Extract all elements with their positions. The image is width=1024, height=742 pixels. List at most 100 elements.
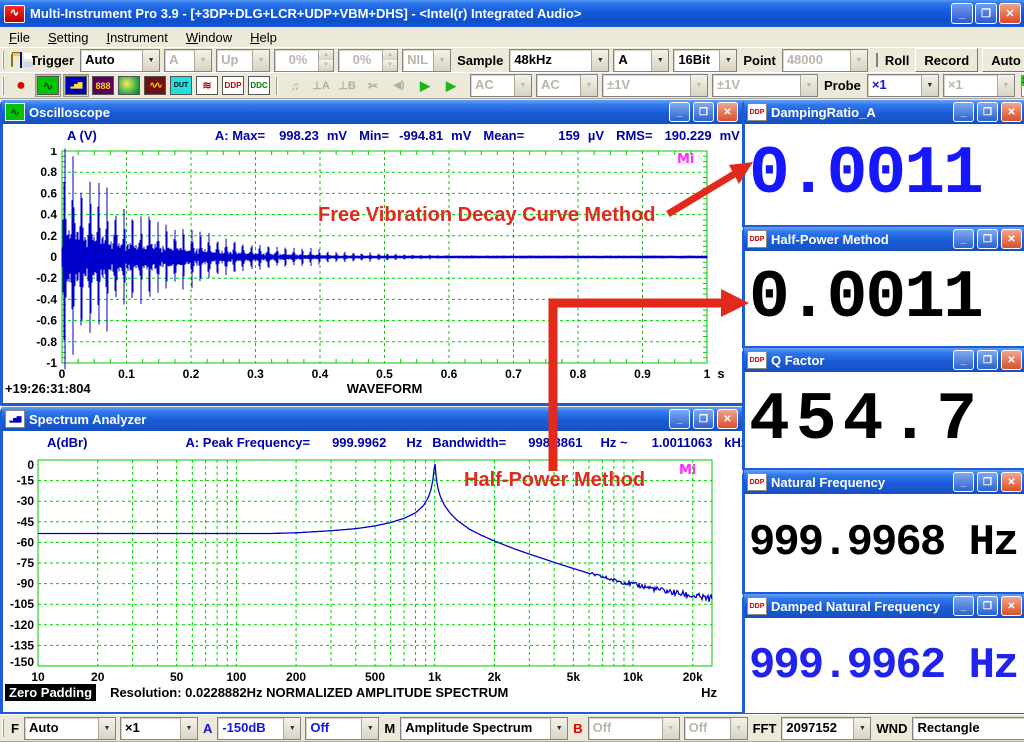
svg-text:-15: -15 xyxy=(17,474,35,488)
oscilloscope-titlebar[interactable]: ∿ Oscilloscope _ ❐ ✕ xyxy=(2,100,744,124)
svg-text:-90: -90 xyxy=(17,577,35,591)
play-icon[interactable]: ▶ xyxy=(413,75,437,96)
roll-label: Roll xyxy=(881,53,914,68)
oscilloscope-plot: 00.10.20.30.40.50.60.70.80.9110.80.60.40… xyxy=(3,148,737,399)
display-mode-combo[interactable]: Amplitude Spectrum▼ xyxy=(400,717,568,740)
bottom-grip[interactable] xyxy=(2,719,4,737)
damped-natural-frequency-title: Damped Natural Frequency xyxy=(771,599,940,614)
svg-text:s: s xyxy=(717,366,724,381)
freq-axis-combo[interactable]: Auto▼ xyxy=(24,717,116,740)
panel-minimize-button[interactable]: _ xyxy=(953,229,974,249)
panel-maximize-button[interactable]: ❐ xyxy=(977,596,998,616)
open-file-icon[interactable] xyxy=(11,54,13,67)
sampling-rate-combo[interactable]: 48kHz▼ xyxy=(509,49,609,72)
menu-window[interactable]: Window xyxy=(177,29,241,46)
panel-maximize-button[interactable]: ❐ xyxy=(977,472,998,492)
ddp-icon-5: DDP xyxy=(747,597,767,615)
mi-logo-2: Mi xyxy=(679,463,696,478)
auto-button[interactable]: Auto xyxy=(982,48,1024,72)
panel-close-button[interactable]: ✕ xyxy=(1001,472,1022,492)
panel-maximize-button[interactable]: ❐ xyxy=(977,350,998,370)
multimeter-icon[interactable]: 888 xyxy=(91,75,115,96)
probe-calibration-icon: ✂ xyxy=(361,75,385,96)
menu-setting[interactable]: Setting xyxy=(39,29,97,46)
save-file-icon[interactable] xyxy=(20,52,22,68)
a-label: A xyxy=(200,721,215,736)
b-label: B xyxy=(570,721,585,736)
panel-close-button[interactable]: ✕ xyxy=(1001,229,1022,249)
spectrum-titlebar[interactable]: ▂▅▇ Spectrum Analyzer _ ❐ ✕ xyxy=(2,407,744,431)
trigger-level-spinner: 0% ▲▼ xyxy=(274,49,334,72)
svg-text:0.5: 0.5 xyxy=(376,367,393,381)
svg-text:-105: -105 xyxy=(10,597,34,611)
ddp-viewer-icon[interactable]: DDP xyxy=(221,75,245,96)
a-range-combo[interactable]: -150dB▼ xyxy=(217,717,301,740)
roll-checkbox[interactable] xyxy=(876,53,878,67)
oscilloscope-minimize-button[interactable]: _ xyxy=(669,102,690,122)
menu-file[interactable]: File xyxy=(0,29,39,46)
panel-minimize-button[interactable]: _ xyxy=(953,596,974,616)
record-button[interactable]: Record xyxy=(915,48,978,72)
sampling-channel-combo[interactable]: A▼ xyxy=(613,49,669,72)
svg-text:0.6: 0.6 xyxy=(40,186,57,200)
close-button[interactable]: ✕ xyxy=(999,3,1021,24)
svg-text:10k: 10k xyxy=(623,670,643,682)
spectrum-minimize-button[interactable]: _ xyxy=(669,409,690,429)
oscilloscope-title: Oscilloscope xyxy=(29,105,110,120)
reference-b-icon: ⊥B xyxy=(335,75,359,96)
damped-natural-frequency-titlebar[interactable]: DDP Damped Natural Frequency _ ❐ ✕ xyxy=(744,594,1024,618)
toolbar-grip-2[interactable] xyxy=(2,77,4,95)
ddc-icon[interactable]: DDC xyxy=(247,75,271,96)
trigger-edge-combo: Up▼ xyxy=(216,49,270,72)
probe-a-combo[interactable]: ×1▼ xyxy=(867,74,939,97)
q-factor-titlebar[interactable]: DDP Q Factor _ ❐ ✕ xyxy=(744,348,1024,372)
app-title: Multi-Instrument Pro 3.9 - [+3DP+DLG+LCR… xyxy=(30,6,581,21)
maximize-button[interactable]: ❐ xyxy=(975,3,997,24)
half-power-titlebar[interactable]: DDP Half-Power Method _ ❐ ✕ xyxy=(744,227,1024,251)
spectrum-analyzer-icon[interactable]: ▂▅▇ xyxy=(63,74,89,97)
spectrum-channel-label: A(dBr) xyxy=(3,435,87,450)
toolbar-grip[interactable] xyxy=(2,51,4,69)
run-stop-icon[interactable]: ● xyxy=(9,75,33,96)
trigger-delay-spinner: 0% ▲▼ xyxy=(338,49,398,72)
natural-frequency-titlebar[interactable]: DDP Natural Frequency _ ❐ ✕ xyxy=(744,470,1024,494)
derived-curves-icon[interactable]: ≋ xyxy=(195,75,219,96)
oscilloscope-maximize-button[interactable]: ❐ xyxy=(693,102,714,122)
m-label: M xyxy=(381,721,398,736)
menu-instrument[interactable]: Instrument xyxy=(97,29,176,46)
panel-minimize-button[interactable]: _ xyxy=(953,472,974,492)
oscilloscope-close-button[interactable]: ✕ xyxy=(717,102,738,122)
bit-resolution-combo[interactable]: 16Bit▼ xyxy=(673,49,737,72)
panel-minimize-button[interactable]: _ xyxy=(953,102,974,122)
svg-text:-135: -135 xyxy=(10,638,34,652)
oscilloscope-icon[interactable]: ∿ xyxy=(35,74,61,97)
trigger-mode-combo[interactable]: Auto▼ xyxy=(80,49,160,72)
window-function-combo[interactable]: Rectangle▼ xyxy=(912,717,1024,740)
fft-size-combo[interactable]: 2097152▼ xyxy=(781,717,871,740)
spectrum-close-button[interactable]: ✕ xyxy=(717,409,738,429)
spectrum-3d-plot-icon[interactable] xyxy=(117,75,141,96)
svg-text:0.4: 0.4 xyxy=(312,367,329,381)
play-loop-icon[interactable]: ▶ xyxy=(439,75,463,96)
panel-maximize-button[interactable]: ❐ xyxy=(977,102,998,122)
panel-maximize-button[interactable]: ❐ xyxy=(977,229,998,249)
freq-multiplier-combo[interactable]: ×1▼ xyxy=(120,717,198,740)
panel-close-button[interactable]: ✕ xyxy=(1001,350,1022,370)
a-reference-combo[interactable]: Off▼ xyxy=(305,717,379,740)
half-power-window: DDP Half-Power Method _ ❐ ✕ 0.0011 xyxy=(742,227,1024,349)
spectrum-readout: A(dBr) A: Peak Frequency= 999.9962 Hz Ba… xyxy=(3,433,743,452)
menu-help[interactable]: Help xyxy=(241,29,286,46)
oscilloscope-window-icon: ∿ xyxy=(5,103,25,121)
minimize-button[interactable]: _ xyxy=(951,3,973,24)
spectrum-footer: Zero Padding Resolution: 0.0228882Hz NOR… xyxy=(5,682,733,702)
svg-text:-120: -120 xyxy=(10,618,34,632)
svg-text:-150: -150 xyxy=(10,655,34,669)
damping-ratio-titlebar[interactable]: DDP DampingRatio_A _ ❐ ✕ xyxy=(744,100,1024,124)
panel-minimize-button[interactable]: _ xyxy=(953,350,974,370)
spectrum-maximize-button[interactable]: ❐ xyxy=(693,409,714,429)
panel-close-button[interactable]: ✕ xyxy=(1001,102,1022,122)
signal-generator-icon[interactable]: ∿∿ xyxy=(143,75,167,96)
dut-icon[interactable]: DUT xyxy=(169,75,193,96)
panel-close-button[interactable]: ✕ xyxy=(1001,596,1022,616)
svg-text:-0.6: -0.6 xyxy=(36,314,57,328)
